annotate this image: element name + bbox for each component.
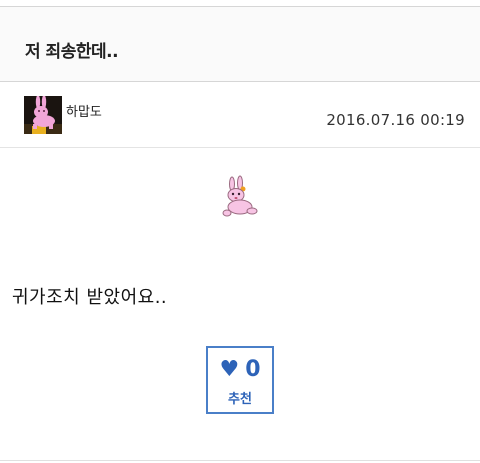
author-row: 하맙도 2016.07.16 00:19 bbox=[0, 82, 480, 148]
avatar[interactable] bbox=[24, 96, 62, 134]
divider bbox=[0, 460, 480, 461]
post-date: 2016.07.16 00:19 bbox=[326, 111, 465, 129]
recommend-top: ♥ 0 bbox=[208, 357, 272, 382]
recommend-label: 추천 bbox=[228, 392, 252, 407]
author-name[interactable]: 하맙도 bbox=[66, 101, 102, 120]
post-body: 귀가조치 받았어요.. bbox=[12, 287, 168, 308]
recommend-count: 0 bbox=[245, 357, 261, 382]
post-view: 저 죄송한데.. 하맙도 2016.07.16 00:19 귀가조치 받았어요.… bbox=[0, 0, 480, 463]
post-title: 저 죄송한데.. bbox=[25, 42, 119, 62]
post-title-bar: 저 죄송한데.. bbox=[0, 6, 480, 82]
recommend-button[interactable]: ♥ 0 추천 bbox=[206, 346, 274, 414]
heart-icon: ♥ bbox=[219, 357, 240, 382]
bunny-emoticon-icon bbox=[222, 175, 258, 217]
